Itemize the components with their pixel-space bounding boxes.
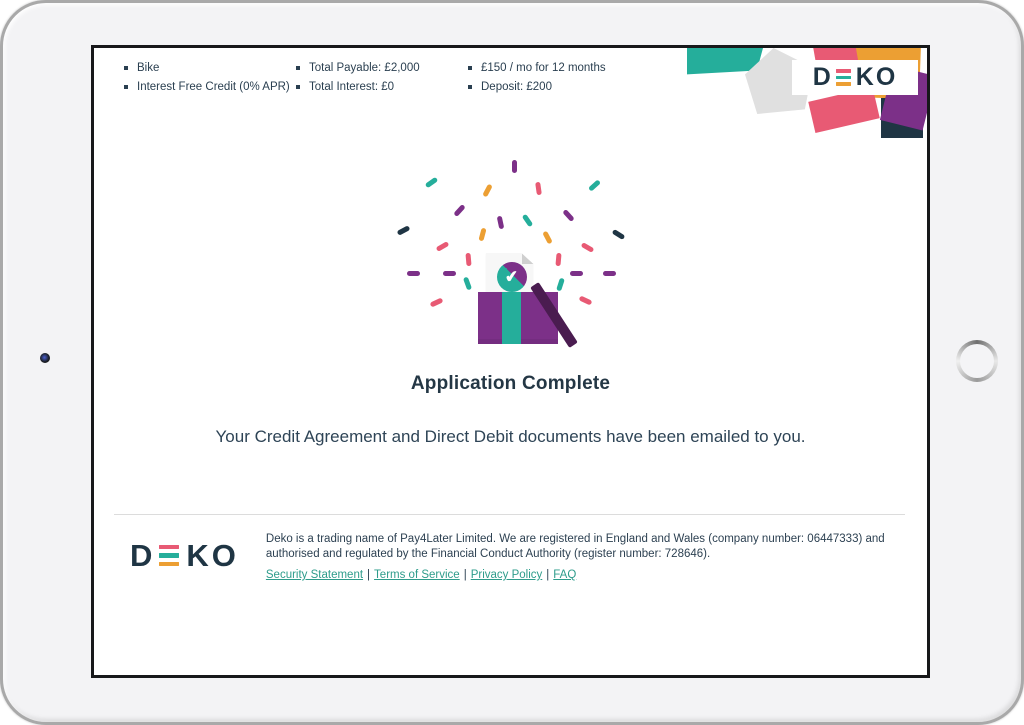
paper-fold-icon — [522, 253, 534, 264]
summary-item: Total Interest: £0 — [296, 81, 420, 94]
logo-letters-ko: KO — [856, 65, 898, 90]
summary-item: Deposit: £200 — [468, 81, 606, 94]
confetti-piece — [453, 204, 465, 217]
confetti-piece — [429, 297, 443, 307]
summary-item-label: Total Payable: £2,000 — [309, 62, 420, 75]
check-icon: ✔ — [504, 266, 519, 287]
confetti-piece — [603, 271, 616, 276]
confetti-piece — [535, 182, 542, 196]
summary-item-label: Deposit: £200 — [481, 81, 552, 94]
confetti-piece — [443, 271, 456, 276]
confetti-piece — [396, 225, 410, 236]
page: Bike Interest Free Credit (0% APR) Total… — [0, 0, 1024, 725]
bullet-icon — [468, 66, 472, 70]
footer: D KO Deko is a trading name of Pay4Later… — [114, 514, 905, 583]
check-circle-icon: ✔ — [497, 262, 527, 292]
footer-links: Security Statement|Terms of Service|Priv… — [266, 568, 888, 583]
logo-bar-orange — [836, 82, 851, 86]
logo-bar-teal — [159, 553, 179, 558]
summary-item-label: Interest Free Credit (0% APR) — [137, 81, 290, 94]
bullet-icon — [468, 85, 472, 89]
summary-item: Total Payable: £2,000 — [296, 62, 420, 75]
summary-item-label: Total Interest: £0 — [309, 81, 394, 94]
link-separator: | — [546, 569, 549, 581]
summary-item: £150 / mo for 12 months — [468, 62, 606, 75]
summary-item: Interest Free Credit (0% APR) — [124, 81, 290, 94]
logo-bar-pink — [159, 545, 179, 550]
confetti-piece — [435, 241, 449, 252]
page-message: Your Credit Agreement and Direct Debit d… — [94, 427, 927, 447]
confetti-piece — [424, 177, 438, 189]
screen: Bike Interest Free Credit (0% APR) Total… — [91, 45, 930, 678]
link-privacy-policy[interactable]: Privacy Policy — [471, 569, 543, 581]
confetti-piece — [407, 271, 420, 276]
page-title: Application Complete — [94, 373, 927, 395]
deko-logo-box: D KO — [792, 60, 918, 95]
summary-column-3: £150 / mo for 12 months Deposit: £200 — [468, 62, 606, 100]
summary-item: Bike — [124, 62, 290, 75]
footer-deko-logo: D KO — [130, 540, 239, 571]
confetti-piece — [521, 214, 533, 228]
confetti-piece — [578, 295, 592, 305]
logo-letters-ko: KO — [186, 540, 239, 571]
gift-illustration: ✔ — [381, 161, 641, 366]
confetti-piece — [555, 253, 561, 266]
logo-bar-pink — [836, 69, 851, 73]
deko-logo: D KO — [813, 65, 898, 90]
confetti-piece — [462, 277, 471, 291]
logo-bar-teal — [836, 76, 851, 80]
confetti-piece — [542, 231, 553, 245]
confetti-piece — [465, 253, 471, 266]
confetti-piece — [587, 179, 600, 191]
logo-letter-d: D — [130, 540, 155, 571]
bullet-icon — [296, 66, 300, 70]
logo-letter-d: D — [813, 65, 833, 90]
link-separator: | — [367, 569, 370, 581]
logo-e-bars-icon — [836, 69, 851, 86]
link-terms-of-service[interactable]: Terms of Service — [374, 569, 460, 581]
brand-corner-decoration: D KO — [682, 48, 927, 160]
front-camera-icon — [40, 353, 50, 363]
summary-item-label: £150 / mo for 12 months — [481, 62, 606, 75]
summary-item-label: Bike — [137, 62, 159, 75]
confetti-piece — [562, 209, 574, 222]
confetti-piece — [478, 228, 486, 242]
summary-column-2: Total Payable: £2,000 Total Interest: £0 — [296, 62, 420, 100]
confetti-piece — [556, 278, 565, 292]
logo-bar-orange — [159, 562, 179, 567]
logo-e-bars-icon — [159, 545, 179, 567]
home-button — [956, 340, 998, 382]
confetti-piece — [570, 271, 583, 276]
bullet-icon — [124, 85, 128, 89]
confetti-piece — [611, 229, 625, 240]
confetti-piece — [580, 242, 594, 253]
link-faq[interactable]: FAQ — [553, 569, 576, 581]
confetti-piece — [496, 216, 504, 230]
gift-ribbon-icon — [502, 292, 521, 344]
confetti-piece — [482, 184, 493, 198]
bullet-icon — [124, 66, 128, 70]
footer-text: Deko is a trading name of Pay4Later Limi… — [266, 532, 888, 583]
bullet-icon — [296, 85, 300, 89]
link-security-statement[interactable]: Security Statement — [266, 569, 363, 581]
summary-column-1: Bike Interest Free Credit (0% APR) — [124, 62, 290, 100]
confetti-piece — [512, 160, 517, 173]
footer-legal-text: Deko is a trading name of Pay4Later Limi… — [266, 532, 888, 562]
link-separator: | — [464, 569, 467, 581]
